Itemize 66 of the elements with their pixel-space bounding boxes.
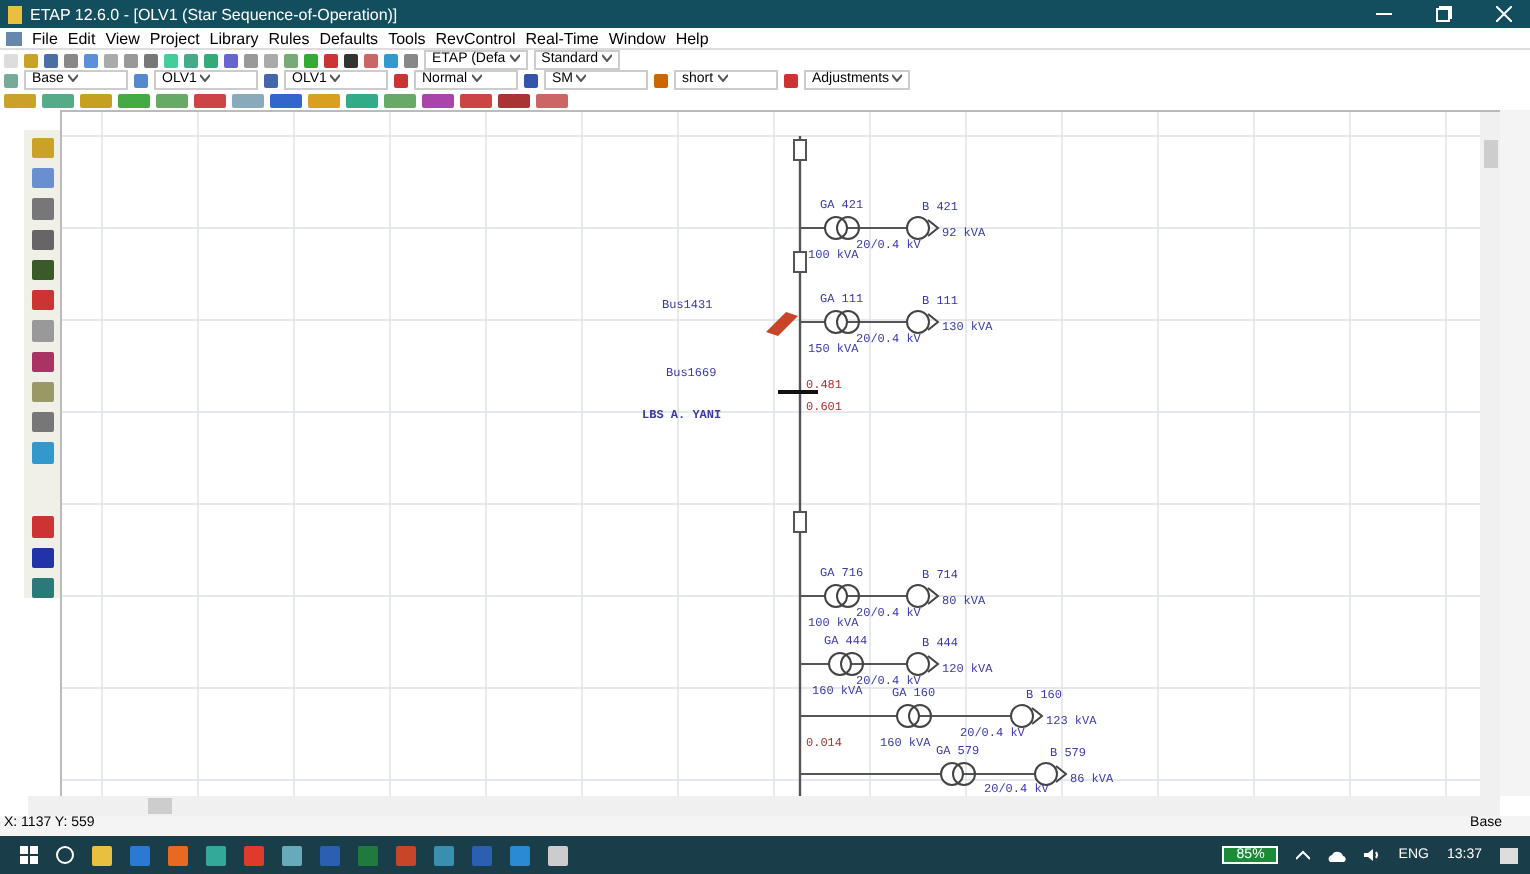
breaker-icon [793, 139, 807, 161]
caret-icon [330, 74, 341, 83]
caret-icon [602, 54, 613, 63]
caret-icon [471, 74, 482, 83]
load-icon [1034, 762, 1068, 786]
caret-icon [576, 74, 587, 83]
start-icon[interactable] [20, 846, 38, 864]
tool-icon[interactable] [31, 198, 53, 220]
load-icon [906, 216, 940, 240]
toolbar-icon[interactable] [498, 93, 530, 107]
caret-icon [200, 74, 211, 83]
transformer-icon [824, 310, 860, 334]
transformer-icon [828, 652, 864, 676]
tool-icon[interactable] [31, 351, 53, 372]
transformer-icon [940, 762, 976, 786]
tool-icon[interactable] [31, 516, 53, 538]
tool-icon[interactable] [31, 577, 53, 599]
transformer-icon [824, 216, 860, 240]
load-icon [906, 652, 940, 676]
window-title: ETAP 12.6.0 - [OLV1 (Star Sequence-of-Operation)] [30, 5, 400, 23]
chevron-up-icon[interactable] [1296, 850, 1311, 860]
transformer-icon [824, 584, 860, 608]
caret-icon [892, 74, 903, 83]
load-icon [1010, 704, 1044, 728]
cloud-icon[interactable] [1328, 849, 1347, 861]
menu-item[interactable]: Window [608, 29, 666, 47]
tool-icon[interactable] [31, 290, 53, 311]
breaker-icon [793, 511, 807, 533]
menu-item[interactable]: Library [209, 29, 259, 47]
document-icon [6, 31, 22, 45]
menu-item[interactable]: Tools [388, 29, 426, 47]
tool-icon[interactable] [31, 259, 53, 281]
maximize-button[interactable] [1436, 6, 1452, 22]
tool-icon[interactable] [31, 229, 53, 250]
app-logo-icon [8, 5, 22, 23]
caret-icon [509, 54, 520, 63]
notification-icon[interactable] [1500, 847, 1518, 863]
tool-icon[interactable] [31, 547, 53, 568]
toolbar-icon[interactable] [270, 93, 302, 107]
load-icon [906, 584, 940, 608]
feeder-line [799, 663, 907, 665]
feeder-line [799, 595, 907, 597]
fault-marker-icon [766, 312, 798, 336]
feeder-line [799, 227, 907, 229]
menu-item[interactable]: Project [149, 29, 200, 47]
menu-item[interactable]: RevControl [435, 29, 516, 47]
menu-item[interactable]: View [105, 29, 140, 47]
transformer-icon [896, 704, 932, 728]
search-icon[interactable] [56, 846, 74, 864]
close-button[interactable] [1496, 6, 1512, 22]
caret-icon [717, 74, 728, 83]
caret-icon [67, 74, 78, 83]
breaker-icon [793, 251, 807, 273]
menu-item[interactable]: Help [675, 29, 709, 47]
menu-item[interactable]: Rules [268, 29, 310, 47]
load-icon [906, 310, 940, 334]
vertical-scrollbar[interactable] [1480, 112, 1500, 796]
toolbar-icon[interactable] [524, 73, 538, 87]
menu-item[interactable]: Edit [67, 29, 96, 47]
menu-item[interactable]: Real-Time [525, 29, 599, 47]
feeder-line [799, 321, 907, 323]
speaker-icon[interactable] [1364, 848, 1381, 862]
menu-item[interactable]: Defaults [319, 29, 379, 47]
menu-item[interactable]: File [32, 29, 58, 47]
horizontal-scrollbar[interactable] [28, 796, 1500, 816]
tool-icon[interactable] [31, 412, 53, 433]
